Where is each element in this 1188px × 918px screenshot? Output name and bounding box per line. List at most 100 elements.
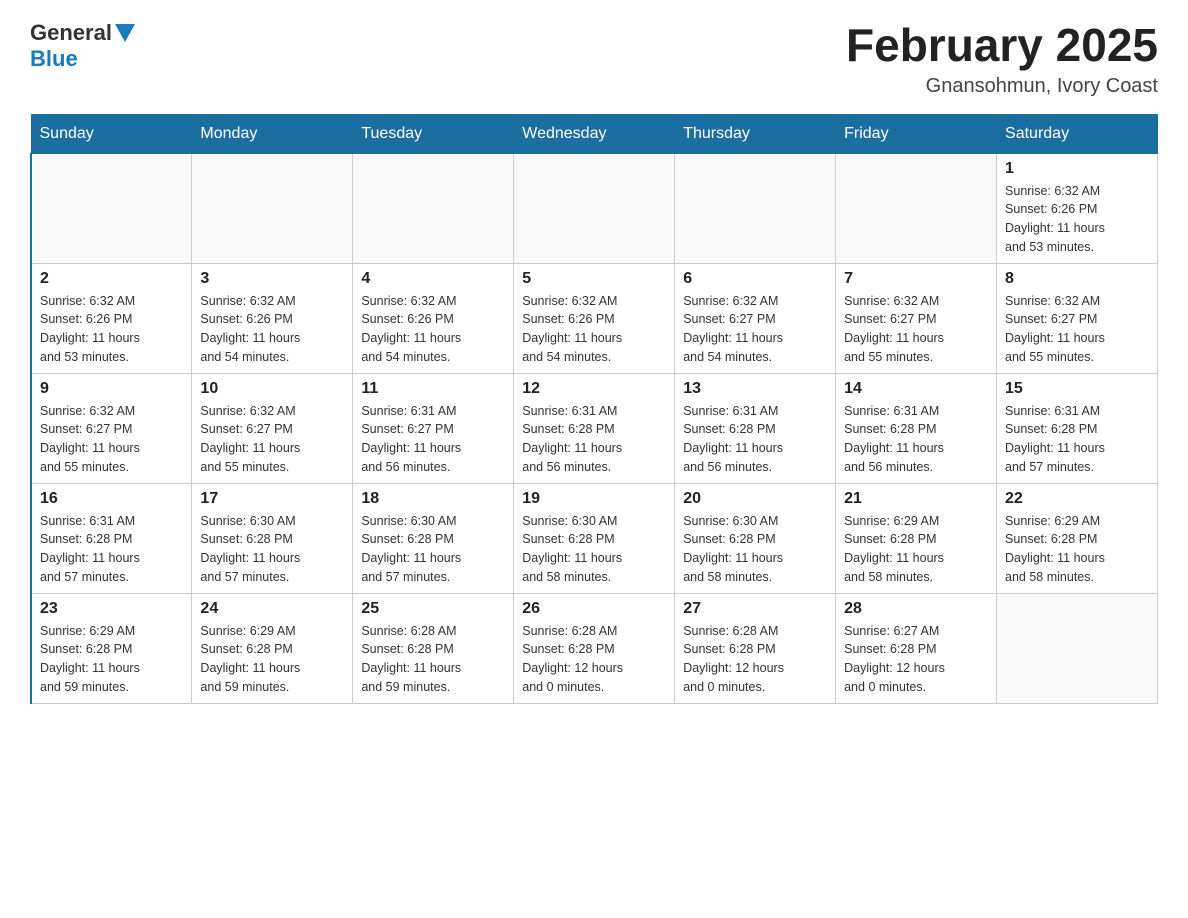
day-number: 19 — [522, 490, 666, 508]
day-info: Sunrise: 6:28 AMSunset: 6:28 PMDaylight:… — [683, 622, 827, 697]
day-info: Sunrise: 6:32 AMSunset: 6:26 PMDaylight:… — [361, 292, 505, 367]
day-info: Sunrise: 6:32 AMSunset: 6:27 PMDaylight:… — [844, 292, 988, 367]
days-header-row: SundayMondayTuesdayWednesdayThursdayFrid… — [31, 114, 1158, 153]
day-info: Sunrise: 6:29 AMSunset: 6:28 PMDaylight:… — [844, 512, 988, 587]
calendar-cell: 9 Sunrise: 6:32 AMSunset: 6:27 PMDaylight… — [31, 373, 192, 483]
calendar-cell: 2 Sunrise: 6:32 AMSunset: 6:26 PMDaylight… — [31, 263, 192, 373]
calendar-cell: 19 Sunrise: 6:30 AMSunset: 6:28 PMDayligh… — [514, 483, 675, 593]
calendar-cell: 27 Sunrise: 6:28 AMSunset: 6:28 PMDayligh… — [675, 593, 836, 703]
day-number: 9 — [40, 380, 183, 398]
day-info: Sunrise: 6:32 AMSunset: 6:26 PMDaylight:… — [40, 292, 183, 367]
calendar-cell: 11 Sunrise: 6:31 AMSunset: 6:27 PMDayligh… — [353, 373, 514, 483]
calendar-cell — [514, 153, 675, 263]
calendar-cell: 10Sunrise: 6:32 AMSunset: 6:27 PMDayligh… — [192, 373, 353, 483]
logo-triangle-icon — [115, 24, 135, 42]
day-number: 17 — [200, 490, 344, 508]
day-info: Sunrise: 6:31 AMSunset: 6:28 PMDaylight:… — [1005, 402, 1149, 477]
calendar-cell — [192, 153, 353, 263]
day-info: Sunrise: 6:32 AMSunset: 6:26 PMDaylight:… — [1005, 182, 1149, 257]
day-info: Sunrise: 6:28 AMSunset: 6:28 PMDaylight:… — [361, 622, 505, 697]
day-number: 27 — [683, 600, 827, 618]
day-header-tuesday: Tuesday — [353, 114, 514, 153]
month-title: February 2025 — [846, 20, 1158, 71]
calendar-cell: 17 Sunrise: 6:30 AMSunset: 6:28 PMDayligh… — [192, 483, 353, 593]
calendar-cell: 18 Sunrise: 6:30 AMSunset: 6:28 PMDayligh… — [353, 483, 514, 593]
day-info: Sunrise: 6:32 AMSunset: 6:27 PMDaylight:… — [1005, 292, 1149, 367]
day-info: Sunrise: 6:29 AMSunset: 6:28 PMDaylight:… — [1005, 512, 1149, 587]
title-area: February 2025 Gnansohmun, Ivory Coast — [846, 20, 1158, 98]
day-header-thursday: Thursday — [675, 114, 836, 153]
day-number: 24 — [200, 600, 344, 618]
day-number: 10 — [200, 380, 344, 398]
day-info: Sunrise: 6:29 AMSunset: 6:28 PMDaylight:… — [40, 622, 183, 697]
day-header-saturday: Saturday — [997, 114, 1158, 153]
day-number: 14 — [844, 380, 988, 398]
day-info: Sunrise: 6:28 AMSunset: 6:28 PMDaylight:… — [522, 622, 666, 697]
calendar-cell: 6Sunrise: 6:32 AMSunset: 6:27 PMDaylight… — [675, 263, 836, 373]
day-number: 20 — [683, 490, 827, 508]
calendar-cell: 14 Sunrise: 6:31 AMSunset: 6:28 PMDayligh… — [836, 373, 997, 483]
day-number: 3 — [200, 270, 344, 288]
day-info: Sunrise: 6:31 AMSunset: 6:28 PMDaylight:… — [844, 402, 988, 477]
day-number: 4 — [361, 270, 505, 288]
day-info: Sunrise: 6:32 AMSunset: 6:27 PMDaylight:… — [683, 292, 827, 367]
day-number: 15 — [1005, 380, 1149, 398]
calendar-cell: 21 Sunrise: 6:29 AMSunset: 6:28 PMDayligh… — [836, 483, 997, 593]
day-info: Sunrise: 6:31 AMSunset: 6:28 PMDaylight:… — [522, 402, 666, 477]
calendar-cell — [997, 593, 1158, 703]
calendar-cell: 7 Sunrise: 6:32 AMSunset: 6:27 PMDaylight… — [836, 263, 997, 373]
day-number: 2 — [40, 270, 183, 288]
day-number: 13 — [683, 380, 827, 398]
day-number: 5 — [522, 270, 666, 288]
day-header-friday: Friday — [836, 114, 997, 153]
day-number: 28 — [844, 600, 988, 618]
calendar-cell: 26Sunrise: 6:28 AMSunset: 6:28 PMDayligh… — [514, 593, 675, 703]
day-info: Sunrise: 6:29 AMSunset: 6:28 PMDaylight:… — [200, 622, 344, 697]
calendar-cell: 1 Sunrise: 6:32 AMSunset: 6:26 PMDaylight… — [997, 153, 1158, 263]
day-info: Sunrise: 6:27 AMSunset: 6:28 PMDaylight:… — [844, 622, 988, 697]
logo-blue-text: Blue — [30, 46, 78, 72]
day-info: Sunrise: 6:32 AMSunset: 6:26 PMDaylight:… — [200, 292, 344, 367]
calendar-cell: 3 Sunrise: 6:32 AMSunset: 6:26 PMDaylight… — [192, 263, 353, 373]
day-number: 1 — [1005, 160, 1149, 178]
calendar-cell — [353, 153, 514, 263]
day-header-wednesday: Wednesday — [514, 114, 675, 153]
calendar-cell: 28 Sunrise: 6:27 AMSunset: 6:28 PMDayligh… — [836, 593, 997, 703]
calendar-cell — [675, 153, 836, 263]
location-title: Gnansohmun, Ivory Coast — [846, 75, 1158, 98]
day-number: 12 — [522, 380, 666, 398]
calendar-cell: 8 Sunrise: 6:32 AMSunset: 6:27 PMDaylight… — [997, 263, 1158, 373]
day-number: 21 — [844, 490, 988, 508]
calendar-cell: 22Sunrise: 6:29 AMSunset: 6:28 PMDayligh… — [997, 483, 1158, 593]
day-info: Sunrise: 6:31 AMSunset: 6:28 PMDaylight:… — [40, 512, 183, 587]
day-info: Sunrise: 6:30 AMSunset: 6:28 PMDaylight:… — [522, 512, 666, 587]
week-row-2: 2 Sunrise: 6:32 AMSunset: 6:26 PMDaylight… — [31, 263, 1158, 373]
day-number: 18 — [361, 490, 505, 508]
calendar-cell: 23 Sunrise: 6:29 AMSunset: 6:28 PMDayligh… — [31, 593, 192, 703]
day-info: Sunrise: 6:30 AMSunset: 6:28 PMDaylight:… — [361, 512, 505, 587]
calendar-cell: 24 Sunrise: 6:29 AMSunset: 6:28 PMDayligh… — [192, 593, 353, 703]
day-info: Sunrise: 6:30 AMSunset: 6:28 PMDaylight:… — [683, 512, 827, 587]
calendar-cell: 5 Sunrise: 6:32 AMSunset: 6:26 PMDaylight… — [514, 263, 675, 373]
week-row-4: 16Sunrise: 6:31 AMSunset: 6:28 PMDayligh… — [31, 483, 1158, 593]
calendar-cell: 12 Sunrise: 6:31 AMSunset: 6:28 PMDayligh… — [514, 373, 675, 483]
week-row-1: 1 Sunrise: 6:32 AMSunset: 6:26 PMDaylight… — [31, 153, 1158, 263]
calendar-cell: 25Sunrise: 6:28 AMSunset: 6:28 PMDayligh… — [353, 593, 514, 703]
day-number: 8 — [1005, 270, 1149, 288]
calendar-cell: 20 Sunrise: 6:30 AMSunset: 6:28 PMDayligh… — [675, 483, 836, 593]
day-info: Sunrise: 6:30 AMSunset: 6:28 PMDaylight:… — [200, 512, 344, 587]
day-number: 23 — [40, 600, 183, 618]
day-info: Sunrise: 6:32 AMSunset: 6:26 PMDaylight:… — [522, 292, 666, 367]
calendar-cell — [836, 153, 997, 263]
header: General Blue February 2025 Gnansohmun, I… — [30, 20, 1158, 98]
day-info: Sunrise: 6:31 AMSunset: 6:28 PMDaylight:… — [683, 402, 827, 477]
logo: General Blue — [30, 20, 138, 72]
calendar-cell: 4 Sunrise: 6:32 AMSunset: 6:26 PMDaylight… — [353, 263, 514, 373]
week-row-3: 9 Sunrise: 6:32 AMSunset: 6:27 PMDaylight… — [31, 373, 1158, 483]
day-info: Sunrise: 6:32 AMSunset: 6:27 PMDaylight:… — [40, 402, 183, 477]
calendar-cell: 16Sunrise: 6:31 AMSunset: 6:28 PMDayligh… — [31, 483, 192, 593]
day-info: Sunrise: 6:31 AMSunset: 6:27 PMDaylight:… — [361, 402, 505, 477]
day-number: 7 — [844, 270, 988, 288]
day-number: 11 — [361, 380, 505, 398]
calendar-table: SundayMondayTuesdayWednesdayThursdayFrid… — [30, 114, 1158, 704]
